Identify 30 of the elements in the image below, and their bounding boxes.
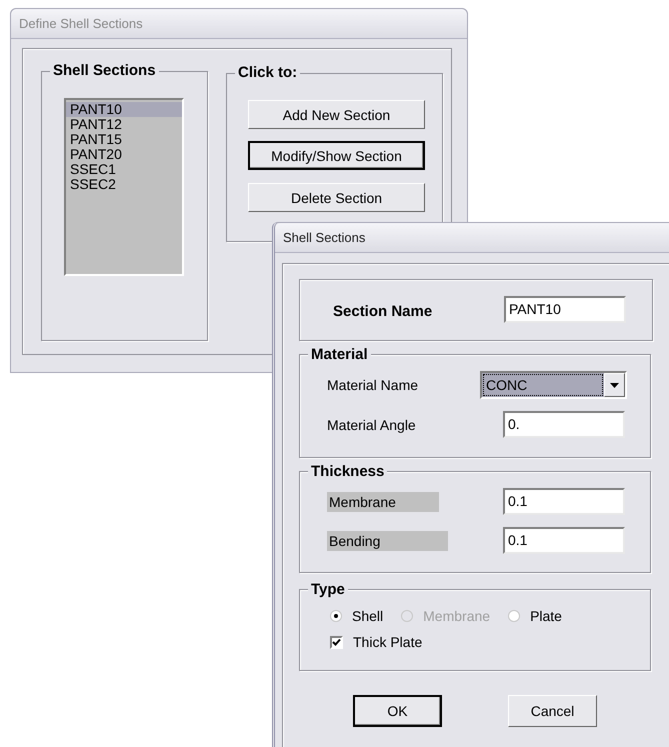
list-item[interactable]: PANT20 [66, 147, 182, 162]
radio-option[interactable]: Plate [508, 608, 562, 624]
action-button[interactable]: Modify/Show Section [248, 141, 425, 170]
window-title: Define Shell Sections [11, 9, 467, 39]
dropdown-arrow-icon [610, 382, 619, 388]
group-title: Type [308, 581, 348, 598]
section-name-field[interactable]: PANT10 [504, 296, 626, 323]
dialog-button[interactable]: Cancel [508, 695, 597, 727]
field-label: Membrane [327, 492, 439, 512]
section-list[interactable]: PANT10 PANT12 PANT15 PANT20 SSEC1 SSEC2 [64, 98, 184, 276]
field-label: Material Name [327, 377, 418, 393]
field-label: Bending [327, 530, 448, 550]
checkmark-icon [332, 638, 341, 646]
list-item[interactable]: SSEC2 [66, 177, 182, 192]
material-angle-field[interactable]: 0. [503, 411, 625, 438]
dialog-button[interactable]: OK [353, 695, 442, 727]
list-item[interactable]: PANT10 [66, 102, 182, 117]
bending-field[interactable]: 0.1 [503, 527, 625, 554]
list-item[interactable]: PANT15 [66, 132, 182, 147]
action-button[interactable]: Delete Section [248, 183, 425, 212]
membrane-field[interactable]: 0.1 [503, 488, 625, 515]
material-dropdown[interactable]: CONC [480, 371, 627, 399]
field-label: Material Angle [327, 416, 416, 432]
list-item[interactable]: SSEC1 [66, 162, 182, 177]
action-button[interactable]: Add New Section [248, 100, 425, 129]
window-title: Shell Sections [275, 223, 669, 253]
list-item[interactable]: PANT12 [66, 117, 182, 132]
radio-option[interactable]: Shell [330, 608, 384, 624]
thick-plate-checkbox[interactable]: Thick Plate [330, 634, 650, 650]
field-label: Section Name [333, 303, 432, 320]
